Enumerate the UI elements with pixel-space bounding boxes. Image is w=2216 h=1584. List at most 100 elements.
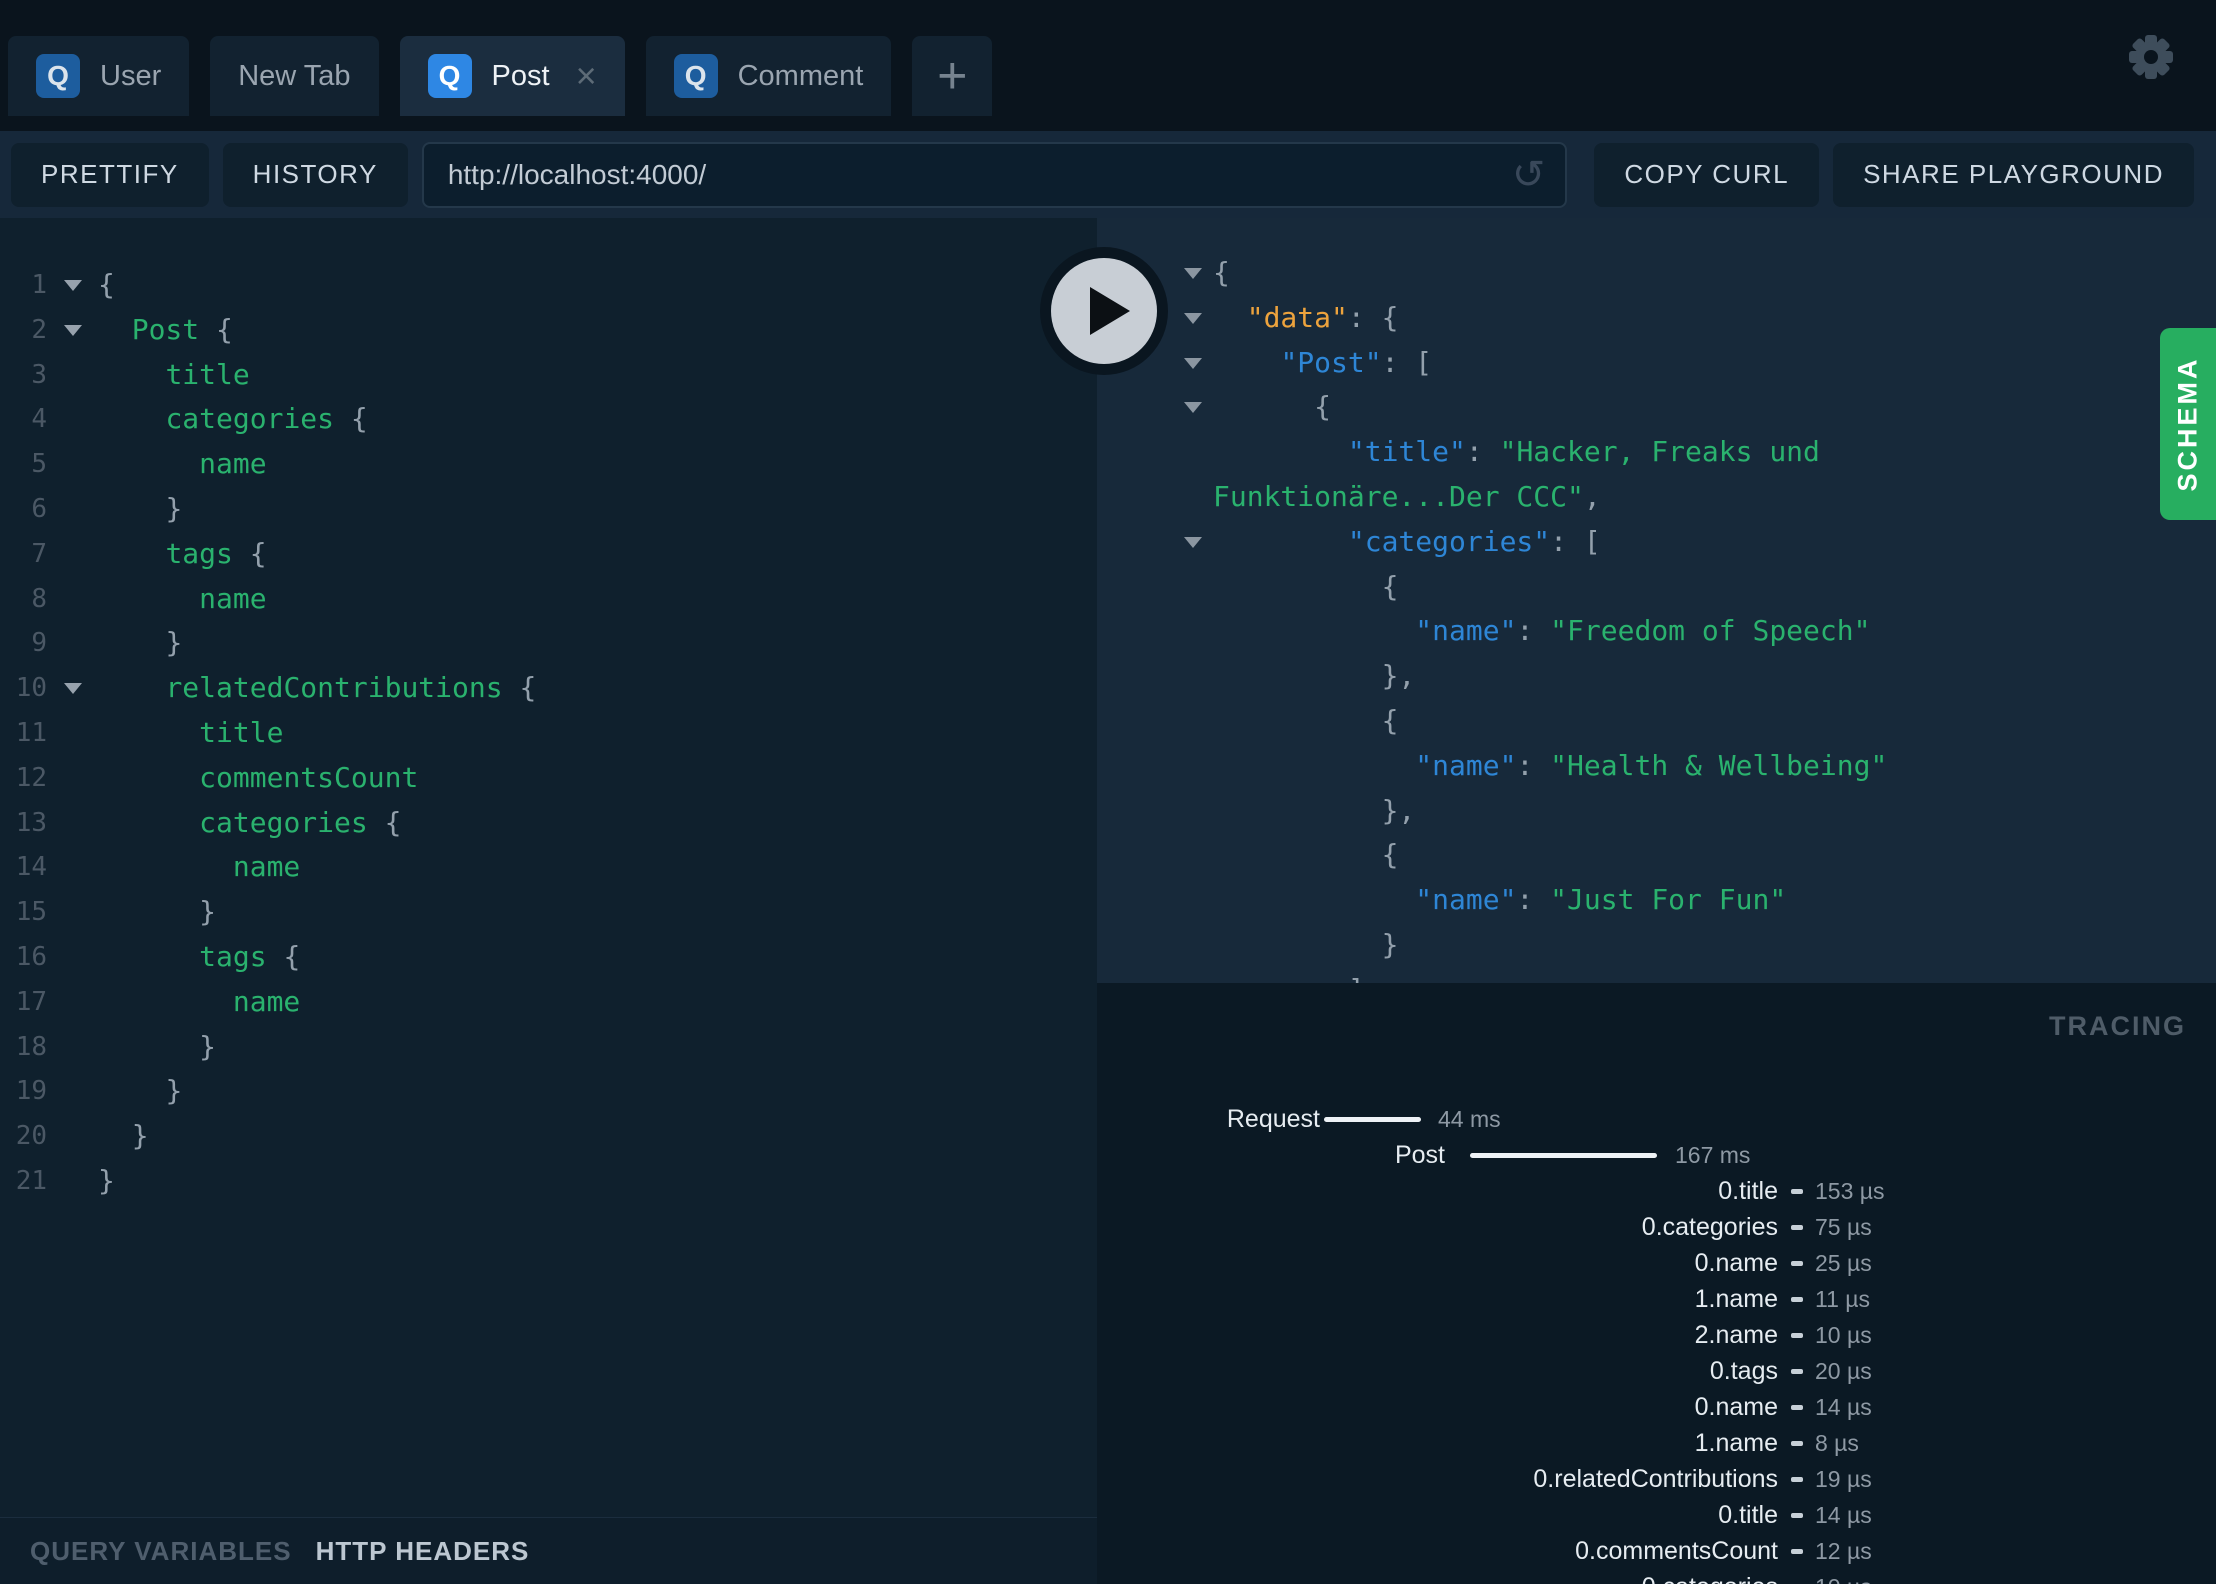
editor-line-text[interactable]: } (98, 487, 182, 532)
collapse-icon[interactable] (1184, 402, 1202, 414)
tracing-title: TRACING (2049, 1011, 2186, 1041)
response-line: { (1184, 251, 2216, 296)
editor-line-text[interactable]: categories { (98, 397, 367, 442)
line-number: 9 (31, 628, 47, 659)
fold-icon[interactable] (47, 279, 98, 291)
tab-post[interactable]: Q Post × (399, 36, 625, 116)
tab-label: New Tab (238, 59, 351, 92)
editor-line: 5 name (0, 442, 1097, 487)
endpoint-url-input[interactable] (421, 141, 1568, 208)
editor-line-text[interactable]: title (98, 711, 283, 756)
trace-label: 2.name (1694, 1321, 1778, 1349)
trace-row: 0.commentsCount 12 µs (1097, 1533, 2216, 1569)
collapse-icon[interactable] (1184, 357, 1202, 369)
line-number: 18 (15, 1031, 47, 1062)
trace-dash (1791, 1189, 1803, 1194)
trace-time: 44 ms (1438, 1106, 1501, 1132)
trace-row: 0.categories 75 µs (1097, 1209, 2216, 1245)
trace-time: 10 µs (1815, 1569, 1872, 1584)
trace-label: 0.commentsCount (1575, 1537, 1778, 1565)
editor-line-text[interactable]: } (98, 621, 182, 666)
trace-dash (1791, 1333, 1803, 1338)
trace-row: 0.categories 10 µs (1097, 1569, 2216, 1584)
editor-line: 2 Post { (0, 308, 1097, 353)
editor-line-text[interactable]: title (98, 353, 249, 398)
play-icon (1051, 258, 1157, 364)
editor-line-text[interactable]: tags { (98, 935, 300, 980)
response-line: { (1381, 569, 1399, 603)
tab-new-tab[interactable]: New Tab (210, 36, 379, 116)
line-number: 1 (31, 270, 47, 300)
http-headers-tab[interactable]: HTTP HEADERS (316, 1536, 530, 1567)
editor-line-text[interactable]: } (98, 1069, 182, 1114)
editor-line: 14 name (0, 845, 1097, 890)
trace-time: 153 µs (1815, 1178, 1885, 1204)
fold-icon[interactable] (47, 683, 98, 695)
trace-dash (1791, 1225, 1803, 1230)
trace-label: 0.title (1718, 1501, 1778, 1529)
editor-line-text[interactable]: } (98, 1159, 115, 1204)
close-tab-icon[interactable]: × (576, 58, 597, 94)
trace-duration-bar (1324, 1117, 1421, 1122)
editor-line-text[interactable]: name (98, 577, 266, 622)
tracing-panel: TRACING Request 44 ms Post 167 ms 0.title 153… (1097, 983, 2216, 1584)
editor-line-text[interactable]: commentsCount (98, 756, 418, 801)
response-line: { (1184, 385, 2216, 430)
editor-line-text[interactable]: Post { (98, 308, 233, 353)
trace-time: 10 µs (1815, 1322, 1872, 1348)
editor-line: 9 } (0, 621, 1097, 666)
fold-icon[interactable] (47, 324, 98, 336)
trace-duration-bar (1470, 1153, 1657, 1158)
tab-comment[interactable]: Q Comment (645, 36, 892, 116)
copy-curl-button[interactable]: COPY CURL (1594, 142, 1820, 207)
editor-line-text[interactable]: relatedContributions { (98, 666, 536, 711)
query-badge-icon: Q (36, 54, 80, 98)
line-number: 15 (15, 897, 47, 928)
editor-line: 4 categories { (0, 397, 1097, 442)
editor-line-text[interactable]: name (98, 845, 300, 890)
share-playground-button[interactable]: SHARE PLAYGROUND (1833, 142, 2194, 207)
editor-line-text[interactable]: tags { (98, 532, 266, 577)
editor-line: 13 categories { (0, 801, 1097, 846)
line-number: 3 (31, 359, 47, 390)
collapse-icon[interactable] (1184, 268, 1202, 279)
editor-line-text[interactable]: } (98, 1025, 216, 1070)
history-button[interactable]: HISTORY (222, 142, 408, 207)
collapse-icon[interactable] (1184, 312, 1202, 324)
editor-line-text[interactable]: name (98, 980, 300, 1025)
tab-label: Post (491, 59, 550, 92)
add-tab-button[interactable]: + (912, 36, 993, 116)
reload-endpoint-icon[interactable]: ↺ (1512, 155, 1546, 195)
editor-line: 11 title (0, 711, 1097, 756)
query-editor-code[interactable]: 1{2 Post {3 title 4 categories {5 name 6 }… (0, 218, 1097, 1204)
response-line: Funktionäre...Der CCC", (1213, 479, 1601, 513)
toolbar: PRETTIFY HISTORY ↺ COPY CURL SHARE PLAYG… (0, 131, 2216, 218)
schema-sidebar-tab[interactable]: SCHEMA (2160, 328, 2216, 520)
execute-query-button[interactable] (1040, 247, 1168, 375)
line-number: 21 (15, 1165, 47, 1196)
trace-row: 0.name 14 µs (1097, 1389, 2216, 1425)
line-number: 6 (31, 493, 47, 524)
editor-line-text[interactable]: } (98, 1114, 149, 1159)
collapse-icon[interactable] (1184, 536, 1202, 548)
editor-line-text[interactable]: { (98, 263, 115, 308)
response-pane: { "data": { "Post": [ { "title": "Hacker… (1097, 218, 2216, 983)
trace-dash (1791, 1441, 1803, 1446)
editor-line-text[interactable]: name (98, 442, 266, 487)
settings-gear-icon[interactable] (2128, 34, 2174, 80)
editor-line: 19 } (0, 1069, 1097, 1114)
response-line: }, (1381, 659, 1416, 693)
editor-line: 16 tags { (0, 935, 1097, 980)
editor-line-text[interactable]: categories { (98, 801, 401, 846)
tab-user[interactable]: Q User (8, 36, 190, 116)
query-variables-tab[interactable]: QUERY VARIABLES (30, 1536, 292, 1567)
prettify-button[interactable]: PRETTIFY (11, 142, 209, 207)
line-number: 7 (31, 538, 47, 569)
trace-label: 0.name (1694, 1249, 1778, 1277)
trace-row: 0.title 153 µs (1097, 1173, 2216, 1209)
editor-line-text[interactable]: } (98, 890, 216, 935)
line-number: 14 (15, 852, 47, 883)
trace-dash (1791, 1261, 1803, 1266)
editor-line: 7 tags { (0, 532, 1097, 577)
query-editor-pane[interactable]: 1{2 Post {3 title 4 categories {5 name 6 }… (0, 218, 1097, 1584)
